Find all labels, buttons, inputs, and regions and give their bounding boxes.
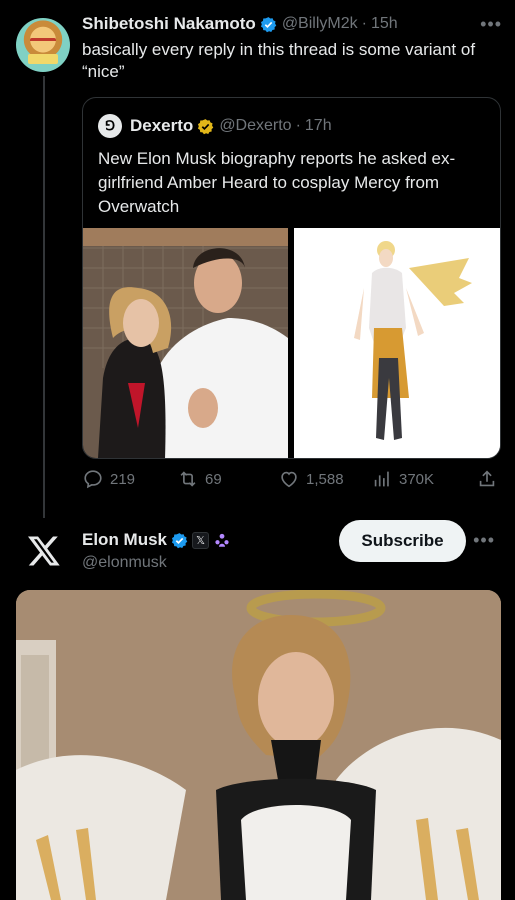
avatar[interactable] (16, 18, 70, 72)
people-badge-icon (215, 533, 229, 547)
heart-icon (281, 471, 297, 488)
reply-icon (84, 470, 102, 489)
couple-photo (83, 228, 288, 458)
more-options-icon[interactable]: ••• (473, 530, 495, 551)
elon-name-row: Elon Musk 𝕏 (82, 530, 231, 550)
author-name[interactable]: Elon Musk (82, 530, 167, 550)
post-time[interactable]: 15h (371, 15, 398, 33)
views-chart-icon (374, 471, 389, 487)
quoted-post-card[interactable]: ⅁ Dexerto @Dexerto · 17h New Elon Musk b… (82, 97, 501, 459)
repost-count: 69 (205, 470, 222, 488)
quoted-post-text: New Elon Musk biography reports he asked… (98, 149, 456, 216)
gold-verified-badge-icon (198, 118, 214, 134)
author-name[interactable]: Shibetoshi Nakamoto (82, 14, 256, 34)
separator-dot: · (361, 15, 367, 32)
more-options-icon[interactable]: ••• (480, 14, 502, 35)
elon-post-header[interactable]: Elon Musk 𝕏 @elonmusk (82, 530, 231, 572)
share-icon (479, 470, 495, 487)
subscribe-button[interactable]: Subscribe (339, 520, 466, 562)
post-header: Shibetoshi Nakamoto @BillyM2k · 15h (82, 14, 502, 34)
separator-dot: · (295, 117, 301, 134)
post-photo[interactable] (16, 590, 501, 900)
quoted-author-handle: @Dexerto (219, 117, 292, 134)
views-count: 370K (399, 470, 435, 488)
repost-icon (180, 471, 196, 487)
verified-badge-icon (260, 16, 277, 32)
x-affiliate-badge-icon: 𝕏 (192, 531, 210, 549)
repost-button[interactable]: 69 (177, 468, 222, 490)
quoted-author-name: Dexerto (130, 116, 194, 135)
quoted-post-header: ⅁ Dexerto @Dexerto · 17h (98, 114, 332, 138)
avatar-tag (28, 54, 58, 64)
post-text: basically every reply in this thread is … (82, 40, 476, 81)
quoted-image-left[interactable] (83, 228, 288, 458)
reply-post[interactable]: Shibetoshi Nakamoto @BillyM2k · 15h ••• … (82, 14, 502, 83)
reply-count: 219 (110, 470, 136, 488)
share-button[interactable] (476, 468, 504, 490)
author-handle[interactable]: @elonmusk (82, 554, 231, 572)
like-count: 1,588 (306, 470, 344, 488)
like-button[interactable]: 1,588 (278, 468, 344, 490)
avatar-glasses (30, 38, 56, 46)
cosplay-photo (16, 590, 501, 900)
quoted-image-right[interactable] (294, 228, 500, 458)
views-button[interactable]: 370K (371, 468, 434, 490)
mercy-character-image (294, 228, 500, 458)
thread-connector-line (43, 76, 45, 518)
reply-button[interactable]: 219 (82, 468, 135, 490)
x-logo-icon[interactable] (26, 535, 62, 567)
verified-badge-icon (171, 532, 188, 548)
quoted-post-time: 17h (304, 117, 332, 134)
dexerto-logo-icon: ⅁ (98, 114, 122, 138)
author-handle[interactable]: @BillyM2k (282, 15, 358, 33)
action-bar: 219 69 1,588 370K (82, 468, 502, 492)
